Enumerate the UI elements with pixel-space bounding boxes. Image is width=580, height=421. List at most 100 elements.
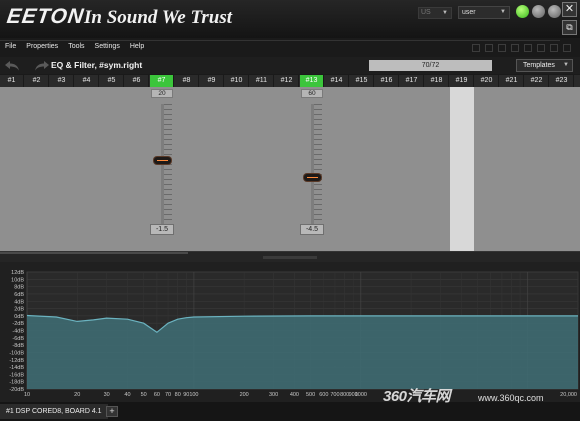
status-indicator-icon bbox=[548, 5, 561, 18]
y-tick-label: -6dB bbox=[12, 336, 24, 342]
channel-tabs: #1 #2 #3 #4 #5 #6 #7 #8 #9 #10 #11 #12 #13 #14 #15 #16 #… bbox=[0, 75, 580, 87]
preset-counter: 70/72 bbox=[369, 60, 492, 71]
channel-tab[interactable]: #14 bbox=[325, 75, 349, 87]
y-tick-label: 6dB bbox=[14, 292, 24, 298]
splitter-handle[interactable] bbox=[263, 256, 317, 259]
preset-bar: EQ & Filter, #sym.right 70/72 Templates … bbox=[0, 57, 580, 74]
channel-tab[interactable]: #9 bbox=[200, 75, 224, 87]
channel-tab[interactable]: #15 bbox=[350, 75, 374, 87]
page-title: EQ & Filter, #sym.right bbox=[51, 60, 143, 70]
x-tick-label: 600 bbox=[319, 392, 328, 398]
channel-tab[interactable]: #18 bbox=[425, 75, 449, 87]
eeton-logo: EETON bbox=[5, 5, 86, 28]
channel-tab[interactable]: #4 bbox=[75, 75, 99, 87]
channel-tab[interactable]: #6 bbox=[125, 75, 149, 87]
channel-tab[interactable]: #1 bbox=[0, 75, 24, 87]
y-tick-label: -2dB bbox=[12, 321, 24, 327]
y-tick-label: -16dB bbox=[9, 372, 24, 378]
response-area-fill bbox=[27, 315, 578, 389]
device-tab[interactable]: #1 DSP CORED8, BOARD 4.1 bbox=[0, 404, 108, 419]
y-tick-label: 10dB bbox=[11, 277, 24, 283]
channel-tab[interactable]: #23 bbox=[550, 75, 574, 87]
x-tick-label: 50 bbox=[141, 392, 147, 398]
channel-tab[interactable]: #7 bbox=[150, 75, 174, 87]
toolbar-slot-icon bbox=[537, 44, 545, 52]
y-tick-label: -20dB bbox=[9, 387, 24, 393]
x-tick-label: 200 bbox=[240, 392, 249, 398]
close-window-button[interactable]: ✕ bbox=[562, 2, 577, 17]
y-tick-label: 2dB bbox=[14, 307, 24, 313]
x-tick-label: 30 bbox=[104, 392, 110, 398]
band-gain-field[interactable]: -4.5 bbox=[300, 224, 324, 235]
channel-tab[interactable]: #13 bbox=[300, 75, 324, 87]
x-tick-label: 10 bbox=[24, 392, 30, 398]
toolbar-slot-icon bbox=[563, 44, 571, 52]
x-tick-label: 1000 bbox=[355, 392, 367, 398]
frequency-response-graph: 12dB 10dB 8dB 6dB 4dB 2dB 0dB -2dB -4dB -6dB -8dB -… bbox=[0, 262, 580, 402]
menu-item-file[interactable]: File bbox=[0, 40, 21, 54]
x-tick-label: 100 bbox=[189, 392, 198, 398]
band-gain-field[interactable]: -1.5 bbox=[150, 224, 174, 235]
y-tick-label: 0dB bbox=[14, 314, 24, 320]
y-tick-label: 8dB bbox=[14, 285, 24, 291]
y-tick-label: -18dB bbox=[9, 380, 24, 386]
channel-tab[interactable]: #12 bbox=[275, 75, 299, 87]
menu-item-tools[interactable]: Tools bbox=[63, 40, 89, 54]
channel-tab[interactable]: #11 bbox=[250, 75, 274, 87]
watermark-brand: 360汽车网 bbox=[383, 388, 451, 405]
toolbar-slot-icon bbox=[511, 44, 519, 52]
close-icon: ✕ bbox=[564, 3, 575, 15]
menu-item-settings[interactable]: Settings bbox=[90, 40, 125, 54]
language-value: US bbox=[421, 9, 431, 16]
language-select[interactable]: US ▼ bbox=[418, 7, 452, 19]
restore-icon: ⧉ bbox=[566, 22, 573, 32]
channel-tab[interactable]: #21 bbox=[500, 75, 524, 87]
channel-tab[interactable]: #5 bbox=[100, 75, 124, 87]
band-frequency-field[interactable]: 60 bbox=[301, 89, 323, 98]
add-device-tab-button[interactable]: + bbox=[106, 406, 118, 417]
logo-tagline: In Sound We Trust bbox=[84, 7, 233, 28]
channel-tab[interactable]: #17 bbox=[400, 75, 424, 87]
user-select[interactable]: user ▼ bbox=[458, 6, 510, 19]
x-tick-label: 300 bbox=[269, 392, 278, 398]
menu-item-properties[interactable]: Properties bbox=[21, 40, 63, 54]
chevron-down-icon: ▼ bbox=[442, 10, 448, 16]
selected-band-column[interactable] bbox=[450, 87, 474, 251]
channel-tab[interactable]: #19 bbox=[450, 75, 474, 87]
watermark-url: www.360qc.com bbox=[478, 393, 544, 403]
x-tick-label: 80 bbox=[175, 392, 181, 398]
channel-tab[interactable]: #20 bbox=[475, 75, 499, 87]
channel-tab[interactable]: #16 bbox=[375, 75, 399, 87]
x-tick-label: 40 bbox=[124, 392, 130, 398]
fader-scale bbox=[314, 104, 322, 224]
channel-tab[interactable]: #2 bbox=[25, 75, 49, 87]
chevron-down-icon: ▼ bbox=[500, 9, 506, 15]
templates-label: Templates bbox=[523, 62, 555, 69]
undo-icon[interactable] bbox=[5, 60, 21, 71]
channel-tab[interactable]: #22 bbox=[525, 75, 549, 87]
channel-tab[interactable]: #10 bbox=[225, 75, 249, 87]
x-tick-label: 700 bbox=[330, 392, 339, 398]
menu-bar: File Properties Tools Settings Help bbox=[0, 40, 160, 54]
y-tick-label: 12dB bbox=[11, 270, 24, 276]
channel-tab[interactable]: #3 bbox=[50, 75, 74, 87]
redo-icon[interactable] bbox=[33, 60, 49, 71]
toolbar-slot-icon bbox=[550, 44, 558, 52]
frequency-response-chart: 12dB10dB8dB6dB4dB2dB0dB-2dB-4dB-6dB-8dB-… bbox=[9, 270, 579, 398]
toolbar-slot-icon bbox=[498, 44, 506, 52]
y-tick-label: -12dB bbox=[9, 358, 24, 364]
app-header: EETON In Sound We Trust US ▼ user ▼ ✕ ⧉ bbox=[0, 0, 580, 38]
fader-knob[interactable] bbox=[304, 174, 321, 182]
x-tick-label: 20,000 bbox=[560, 392, 577, 398]
fader-knob[interactable] bbox=[154, 157, 171, 165]
x-tick-label: 400 bbox=[290, 392, 299, 398]
y-tick-label: -10dB bbox=[9, 350, 24, 356]
y-tick-label: -14dB bbox=[9, 365, 24, 371]
restore-window-button[interactable]: ⧉ bbox=[562, 20, 577, 35]
menu-item-help[interactable]: Help bbox=[125, 40, 149, 54]
templates-dropdown[interactable]: Templates ▼ bbox=[516, 59, 573, 72]
horizontal-scrollbar[interactable] bbox=[0, 252, 188, 254]
channel-tab[interactable]: #8 bbox=[175, 75, 199, 87]
x-tick-label: 60 bbox=[154, 392, 160, 398]
band-frequency-field[interactable]: 20 bbox=[151, 89, 173, 98]
